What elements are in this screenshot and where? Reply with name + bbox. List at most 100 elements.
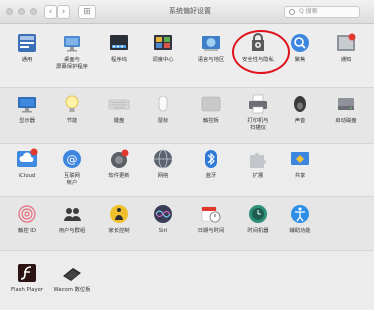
mission-control-icon	[152, 32, 174, 54]
pref-dock[interactable]: 程序坞	[95, 32, 143, 64]
pref-label: 扩展	[252, 173, 264, 179]
zoom-window-button[interactable]	[30, 8, 37, 15]
pref-label: 调度中心	[152, 57, 174, 63]
pref-extensions[interactable]: 扩展	[234, 148, 282, 180]
trackpad-icon	[200, 93, 222, 115]
pref-software-update[interactable]: 软件更新	[95, 148, 143, 180]
highlight-circle	[232, 30, 290, 74]
pref-startup-disk[interactable]: 启动磁盘	[322, 93, 370, 125]
pref-displays[interactable]: 显示器	[3, 93, 51, 125]
pref-date-time[interactable]: 日期与时间	[187, 203, 235, 235]
pref-label: Flash Player	[10, 287, 44, 293]
pref-label: 网络	[157, 173, 169, 179]
printers-scanners-icon	[247, 93, 269, 115]
minimize-window-button[interactable]	[18, 8, 25, 15]
pref-sharing[interactable]: 共享	[276, 148, 324, 180]
pref-label: 共享	[294, 173, 306, 179]
internet-accounts-icon: @	[61, 148, 83, 170]
pref-label: 触控板	[203, 118, 219, 124]
mouse-icon	[152, 93, 174, 115]
pref-label: 辅助功能	[289, 228, 311, 234]
pref-internet-accounts[interactable]: @ 互联网 帐户	[48, 148, 96, 187]
extensions-icon	[247, 148, 269, 170]
users-groups-icon	[61, 203, 83, 225]
pref-label: 鼠标	[157, 118, 169, 124]
pref-label: 声音	[294, 118, 306, 124]
pref-label: 时间机器	[247, 228, 269, 234]
pref-users-groups[interactable]: 用户与群组	[48, 203, 96, 235]
accessibility-icon	[289, 203, 311, 225]
forward-button[interactable]: ›	[57, 5, 70, 19]
pref-notifications[interactable]: 通知	[322, 32, 370, 64]
pref-label: 节能	[66, 118, 78, 124]
pref-label: iCloud	[18, 173, 36, 179]
pref-network[interactable]: 网络	[139, 148, 187, 180]
pref-label: Wacom 数位板	[53, 287, 91, 293]
svg-text:@: @	[67, 153, 78, 166]
pref-wacom-tablet[interactable]: Wacom 数位板	[48, 262, 96, 294]
dock-icon	[108, 32, 130, 54]
siri-icon	[152, 203, 174, 225]
parental-controls-icon	[108, 203, 130, 225]
date-time-icon	[200, 203, 222, 225]
pref-siri[interactable]: Siri	[139, 203, 187, 235]
pref-sound[interactable]: 声音	[276, 93, 324, 125]
icloud-icon	[16, 148, 38, 170]
title-bar: ‹ › ⊞ 系统偏好设置 Q 搜索	[0, 0, 374, 24]
spotlight-icon	[289, 32, 311, 54]
pref-energy-saver[interactable]: 节能	[48, 93, 96, 125]
show-all-grid-button[interactable]: ⊞	[78, 5, 96, 19]
pref-label: 桌面与 屏幕保护程序	[56, 57, 88, 70]
pref-bluetooth[interactable]: 蓝牙	[187, 148, 235, 180]
close-window-button[interactable]	[6, 8, 13, 15]
language-region-icon	[200, 32, 222, 54]
pref-language-region[interactable]: 语言与地区	[187, 32, 235, 64]
notifications-icon	[335, 32, 357, 54]
pref-label: 互联网 帐户	[64, 173, 80, 186]
pref-label: 蓝牙	[205, 173, 217, 179]
pref-label: 用户与群组	[58, 228, 86, 234]
desktop-screensaver-icon	[61, 32, 83, 54]
pref-time-machine[interactable]: 时间机器	[234, 203, 282, 235]
pref-parental-controls[interactable]: 家长控制	[95, 203, 143, 235]
pref-label: 键盘	[113, 118, 125, 124]
pref-general[interactable]: 通用	[3, 32, 51, 64]
search-icon	[289, 9, 295, 15]
pref-label: 程序坞	[111, 57, 127, 63]
touch-id-icon	[16, 203, 38, 225]
pref-flash-player[interactable]: Flash Player	[3, 262, 51, 294]
pref-label: 启动磁盘	[335, 118, 357, 124]
pref-label: 通用	[21, 57, 33, 63]
time-machine-icon	[247, 203, 269, 225]
back-button[interactable]: ‹	[44, 5, 57, 19]
pref-keyboard[interactable]: 键盘	[95, 93, 143, 125]
pref-printers-scanners[interactable]: 打印机与 扫描仪	[234, 93, 282, 132]
pref-mission-control[interactable]: 调度中心	[139, 32, 187, 64]
pref-label: 家长控制	[108, 228, 130, 234]
pref-label: 通知	[340, 57, 352, 63]
wacom-tablet-icon	[61, 262, 83, 284]
pref-trackpad[interactable]: 触控板	[187, 93, 235, 125]
pref-label: 日期与时间	[197, 228, 225, 234]
pref-label: 触控 ID	[18, 228, 36, 234]
sharing-icon	[289, 148, 311, 170]
search-input[interactable]: Q 搜索	[284, 6, 360, 18]
window-controls	[6, 8, 37, 15]
search-placeholder: Q 搜索	[299, 8, 318, 15]
window-title: 系统偏好设置	[169, 7, 211, 15]
general-icon	[16, 32, 38, 54]
displays-icon	[16, 93, 38, 115]
bluetooth-icon	[200, 148, 222, 170]
pref-icloud[interactable]: iCloud	[3, 148, 51, 180]
software-update-icon	[108, 148, 130, 170]
pref-label: 显示器	[19, 118, 35, 124]
pref-label: 语言与地区	[197, 57, 225, 63]
network-icon	[152, 148, 174, 170]
pref-touch-id[interactable]: 触控 ID	[3, 203, 51, 235]
keyboard-icon	[108, 93, 130, 115]
system-preferences-window: ‹ › ⊞ 系统偏好设置 Q 搜索 通用 桌面与 屏幕保护程序 程序坞 调度中心…	[0, 0, 374, 310]
pref-mouse[interactable]: 鼠标	[139, 93, 187, 125]
pref-accessibility[interactable]: 辅助功能	[276, 203, 324, 235]
energy-saver-icon	[61, 93, 83, 115]
pref-desktop-screensaver[interactable]: 桌面与 屏幕保护程序	[48, 32, 96, 71]
